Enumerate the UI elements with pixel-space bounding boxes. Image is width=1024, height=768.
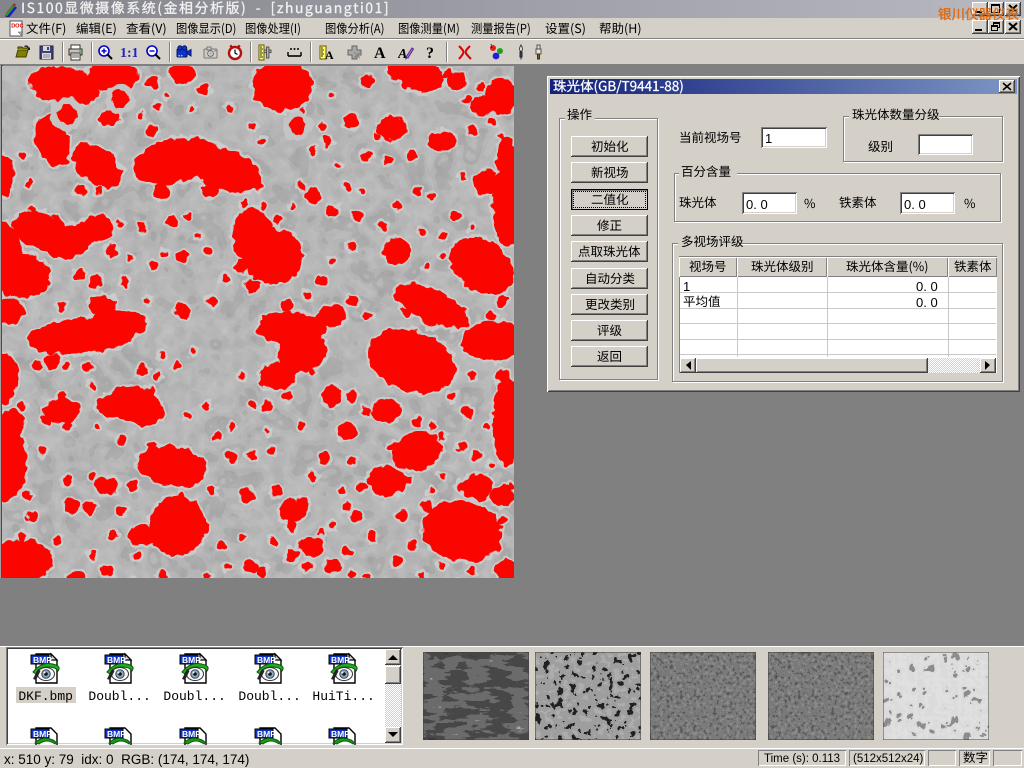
svg-text:BMP: BMP [33,729,52,739]
svg-text:BMP: BMP [182,729,201,739]
svg-text:A: A [374,45,386,61]
svg-text:DOC: DOC [11,24,23,30]
svg-text:?: ? [426,45,434,61]
svg-text:BMP: BMP [107,729,126,739]
svg-text:BMP: BMP [257,729,276,739]
svg-text:1:1: 1:1 [120,46,137,61]
svg-text:A: A [325,48,334,61]
svg-text:1: 1 [490,44,493,50]
svg-text:BMP: BMP [331,729,350,739]
